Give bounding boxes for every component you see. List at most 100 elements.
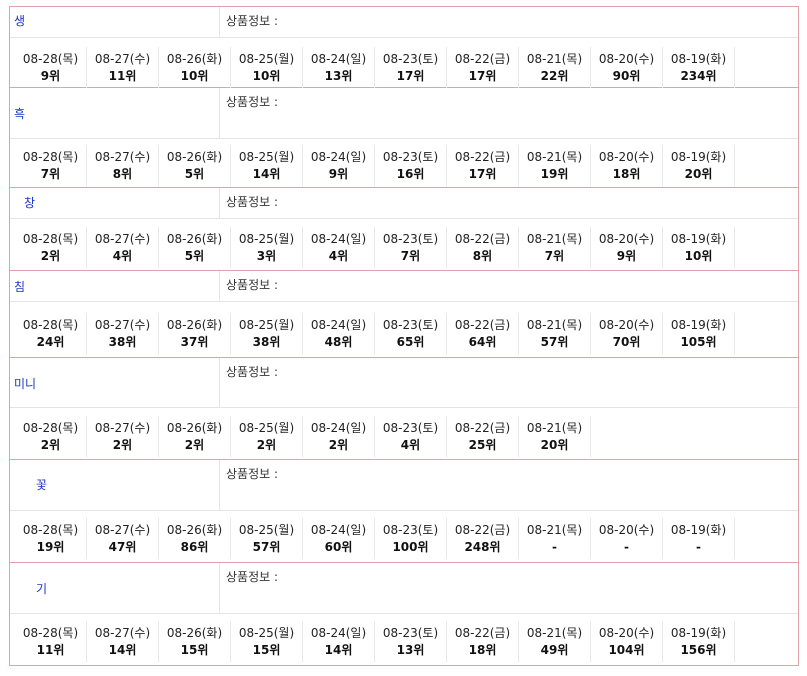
day-rank-cell: 08-22(금) 18위 (447, 621, 519, 662)
rank-date: 08-23(토) (382, 626, 439, 640)
rank-value: 17위 (468, 167, 497, 181)
day-rank-cell: 08-19(화) 105위 (663, 313, 735, 354)
rank-value: 2위 (184, 438, 205, 452)
day-rank-cell: 08-20(수) 104위 (591, 621, 663, 662)
day-rank-cell: 08-21(목) - (519, 518, 591, 559)
day-rank-cell: 08-21(목) 7위 (519, 227, 591, 268)
rank-value: 2위 (112, 438, 133, 452)
day-rank-cell: 08-28(목) 19위 (15, 518, 87, 559)
day-rank-cell: 08-28(목) 11위 (15, 621, 87, 662)
day-rank-cell: 08-26(화) 86위 (159, 518, 231, 559)
product-name-link[interactable]: 흑 (14, 105, 25, 122)
rank-date: 08-23(토) (382, 232, 439, 246)
day-rank-cell: 08-27(수) 11위 (87, 47, 159, 88)
product-info-cell: 상품정보 : (220, 563, 798, 613)
day-rank-cell: 08-23(토) 13위 (375, 621, 447, 662)
day-rank-cell: 08-21(목) 57위 (519, 313, 591, 354)
product-row: 흑 상품정보 : 08-28(목) 7위 08-27(수) 8위 08-26(화) 5위 08-… (10, 88, 798, 188)
day-rank-cell: 08-26(화) 15위 (159, 621, 231, 662)
rank-date: 08-27(수) (94, 318, 151, 332)
product-name-link[interactable]: 미니 (14, 375, 36, 392)
product-row: 침 상품정보 : 08-28(목) 24위 08-27(수) 38위 08-26(화) 37위… (10, 271, 798, 358)
rank-date: 08-21(목) (526, 150, 583, 164)
product-info-cell: 상품정보 : (220, 358, 798, 407)
rank-value: 16위 (396, 167, 425, 181)
product-name-link[interactable]: 침 (14, 278, 25, 295)
daily-ranks: 08-28(목) 24위 08-27(수) 38위 08-26(화) 37위 08-25(월… (15, 313, 735, 354)
day-rank-cell: 08-28(목) 2위 (15, 416, 87, 457)
rank-date: 08-25(월) (238, 626, 295, 640)
rank-value: 9위 (328, 167, 349, 181)
rank-value: 3위 (256, 249, 277, 263)
rank-date: 08-24(일) (310, 52, 367, 66)
rank-date: 08-24(일) (310, 232, 367, 246)
rank-value: 9위 (40, 69, 61, 83)
rank-value: 234위 (680, 69, 717, 83)
rank-date: 08-21(목) (526, 318, 583, 332)
day-rank-cell: 08-25(월) 15위 (231, 621, 303, 662)
rank-value: 105위 (680, 335, 717, 349)
rank-date: 08-23(토) (382, 318, 439, 332)
product-row: 꽃 상품정보 : 08-28(목) 19위 08-27(수) 47위 08-26(화) 86위… (10, 460, 798, 563)
product-name-cell: 꽃 (10, 460, 220, 510)
product-info-cell: 상품정보 : (220, 271, 798, 301)
product-name-link[interactable]: 창 (24, 194, 35, 211)
rank-value: 57위 (540, 335, 569, 349)
rank-value: 90위 (612, 69, 641, 83)
rank-value: - (552, 540, 557, 554)
rank-value: 38위 (108, 335, 137, 349)
daily-ranks: 08-28(목) 2위 08-27(수) 4위 08-26(화) 5위 08-25(월) 3위… (15, 227, 735, 268)
rank-value: 100위 (392, 540, 429, 554)
rank-value: 10위 (684, 249, 713, 263)
rank-date: 08-22(금) (454, 523, 511, 537)
rank-value: 70위 (612, 335, 641, 349)
rank-value: 14위 (108, 643, 137, 657)
day-rank-cell: 08-24(일) 14위 (303, 621, 375, 662)
rank-value: 47위 (108, 540, 137, 554)
rank-value: 65위 (396, 335, 425, 349)
rank-date: 08-22(금) (454, 52, 511, 66)
product-name-link[interactable]: 기 (36, 580, 47, 597)
rank-date: 08-22(금) (454, 318, 511, 332)
product-info-cell: 상품정보 : (220, 88, 798, 138)
rank-date: 08-21(목) (526, 232, 583, 246)
rank-value: 48위 (324, 335, 353, 349)
rank-date: 08-25(월) (238, 232, 295, 246)
product-name-cell: 미니 (10, 358, 220, 407)
rank-date: 08-26(화) (166, 232, 223, 246)
day-rank-cell: 08-24(일) 9위 (303, 145, 375, 186)
rank-date: 08-20(수) (598, 150, 655, 164)
day-rank-cell: 08-24(일) 60위 (303, 518, 375, 559)
day-rank-cell: 08-19(화) 10위 (663, 227, 735, 268)
rank-value: 2위 (40, 438, 61, 452)
day-rank-cell: 08-26(화) 5위 (159, 227, 231, 268)
day-rank-cell: 08-22(금) 17위 (447, 47, 519, 88)
rank-value: 64위 (468, 335, 497, 349)
rank-date: 08-25(월) (238, 52, 295, 66)
daily-ranks: 08-28(목) 9위 08-27(수) 11위 08-26(화) 10위 08-25(월)… (15, 47, 735, 88)
rank-date: 08-20(수) (598, 318, 655, 332)
product-name-link[interactable]: 꽃 (36, 476, 47, 493)
product-name-link[interactable]: 생 (14, 12, 25, 29)
product-name-cell: 흑 (10, 88, 220, 138)
rank-date: 08-19(화) (670, 318, 727, 332)
daily-ranks: 08-28(목) 11위 08-27(수) 14위 08-26(화) 15위 08-25(월… (15, 621, 735, 662)
rank-value: 19위 (36, 540, 65, 554)
day-rank-cell: 08-19(화) 156위 (663, 621, 735, 662)
rank-value: 8위 (112, 167, 133, 181)
rank-value: 15위 (180, 643, 209, 657)
day-rank-cell: 08-24(일) 48위 (303, 313, 375, 354)
rank-value: 18위 (612, 167, 641, 181)
rank-value: 2위 (40, 249, 61, 263)
rank-date: 08-28(목) (22, 318, 79, 332)
daily-ranks: 08-28(목) 7위 08-27(수) 8위 08-26(화) 5위 08-25(월) 14… (15, 145, 735, 186)
day-rank-cell: 08-23(토) 100위 (375, 518, 447, 559)
rank-date: 08-28(목) (22, 232, 79, 246)
day-rank-cell: 08-19(화) 20위 (663, 145, 735, 186)
product-info-label: 상품정보 : (226, 467, 279, 481)
rank-value: 13위 (324, 69, 353, 83)
product-info-label: 상품정보 : (226, 570, 279, 584)
rank-value: 60위 (324, 540, 353, 554)
rank-date: 08-23(토) (382, 150, 439, 164)
rank-value: - (696, 540, 701, 554)
